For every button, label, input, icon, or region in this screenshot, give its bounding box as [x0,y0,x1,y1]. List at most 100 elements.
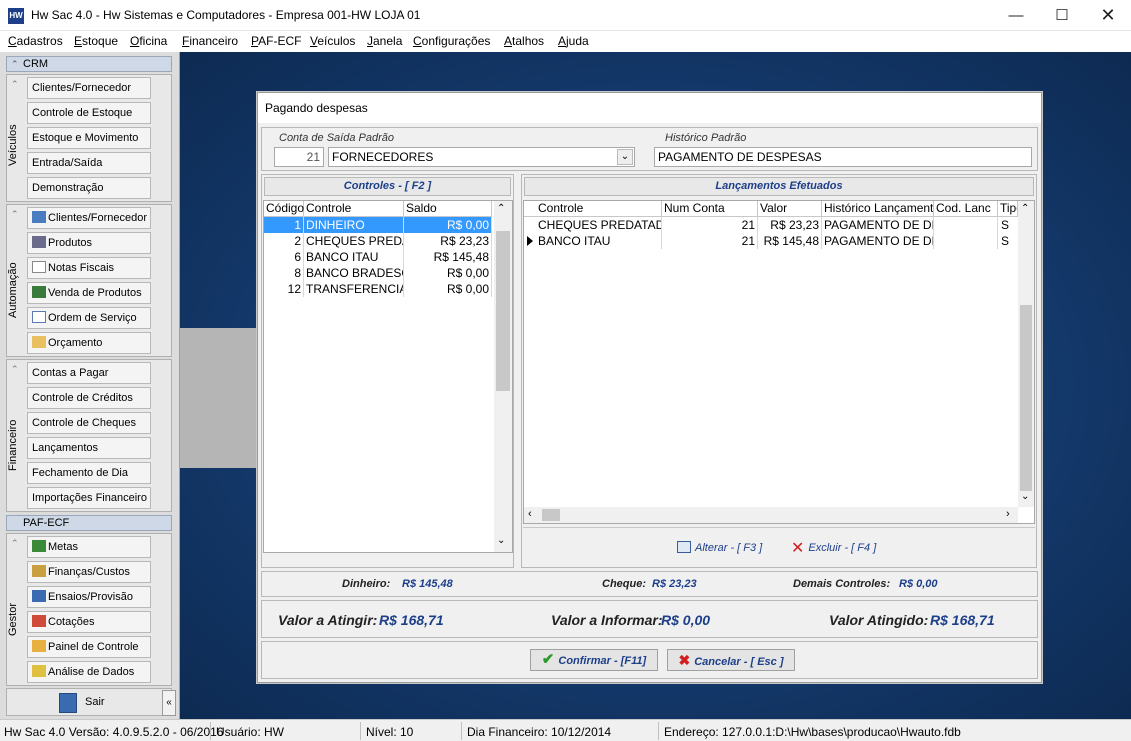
cell-saldo: R$ 0,00 [404,281,492,297]
chevron-down-icon[interactable]: ⌄ [1021,491,1029,502]
crm-header[interactable]: ⌃ CRM [6,56,172,72]
conta-code-field[interactable]: 21 [274,147,324,167]
exit-button[interactable]: Sair [6,688,172,716]
table-row[interactable]: 1 DINHEIRO R$ 0,00 [264,217,492,233]
menu-cadastros[interactable]: Cadastros [8,34,63,48]
col-cod-lanc[interactable]: Cod. Lanc [934,201,998,217]
col-historico[interactable]: Histórico Lançamento [822,201,934,217]
chevron-up-icon[interactable]: ⌃ [1021,203,1029,214]
summary-panel: Valor a Atingir: R$ 168,71 Valor a Infor… [261,600,1038,638]
minimize-button[interactable]: — [993,0,1039,31]
table-row[interactable]: 2 CHEQUES PREDAT R$ 23,23 [264,233,492,249]
quote-icon [32,615,46,627]
menu-estoque[interactable]: Estoque [74,34,118,48]
alterar-button[interactable]: Alterar - [ F3 ] [677,540,762,556]
title-bar: HW Hw Sac 4.0 - Hw Sistemas e Computador… [0,0,1131,31]
sidebar-item-produtos[interactable]: Produtos [27,232,151,254]
sidebar-collapse-button[interactable]: « [162,690,176,716]
sidebar-item-metas[interactable]: Metas [27,536,151,558]
status-separator [360,722,361,740]
lancamentos-hscrollbar[interactable]: ‹ › [524,507,1018,523]
historico-field[interactable]: PAGAMENTO DE DESPESAS [654,147,1032,167]
sidebar-item-orcamento[interactable]: Orçamento [27,332,151,354]
sidebar-item-analise-dados[interactable]: Análise de Dados [27,661,151,683]
menu-veiculos[interactable]: Veículos [310,34,355,48]
controles-scrollbar[interactable]: ⌃ ⌄ [494,201,512,552]
cell-cod-lanc [934,217,998,233]
sidebar-item-importacoes[interactable]: Importações Financeiro [27,487,151,509]
paf-ecf-header[interactable]: PAF-ECF [6,515,172,531]
lancamentos-grid[interactable]: Controle Num Conta Valor Histórico Lança… [523,200,1035,524]
chevron-right-icon[interactable]: › [1006,508,1010,520]
sidebar-item-label: Finanças/Custos [48,566,130,578]
sidebar-item-notas-fiscais[interactable]: Notas Fiscais [27,257,151,279]
cell-saldo: R$ 0,00 [404,217,492,233]
status-dia-financeiro: Dia Financeiro: 10/12/2014 [467,725,612,739]
maximize-button[interactable]: ☐ [1039,0,1085,31]
col-codigo[interactable]: Código [264,201,304,217]
col-controle[interactable]: Controle [536,201,662,217]
demais-label: Demais Controles: [793,578,891,590]
col-tipo[interactable]: Tipo [998,201,1018,217]
cancelar-button[interactable]: ✖ Cancelar - [ Esc ] [667,649,795,671]
chevron-down-icon[interactable]: ⌄ [617,149,633,165]
col-valor[interactable]: Valor [758,201,822,217]
conta-label: Conta de Saída Padrão [279,132,394,144]
sidebar-item-estoque-movimento[interactable]: Estoque e Movimento [27,127,151,149]
col-num-conta[interactable]: Num Conta [662,201,758,217]
dinheiro-value: R$ 145,48 [402,578,453,590]
lancamentos-vscrollbar[interactable]: ⌃ ⌄ [1018,201,1034,507]
fields-panel: Conta de Saída Padrão 21 FORNECEDORES ⌄ … [261,127,1038,171]
menu-paf-ecf[interactable]: PAF-ECF [251,34,301,48]
lancamentos-panel: Lançamentos Efetuados Controle Num Conta… [521,174,1037,568]
sidebar-item-controle-cheques[interactable]: Controle de Cheques [27,412,151,434]
chevron-down-icon[interactable]: ⌄ [497,535,505,546]
confirmar-button[interactable]: ✔ Confirmar - [F11] [530,649,658,671]
sidebar-item-ordem-servico[interactable]: Ordem de Serviço [27,307,151,329]
sidebar-item-lancamentos[interactable]: Lançamentos [27,437,151,459]
menu-janela[interactable]: Janela [367,34,402,48]
sidebar-item-controle-creditos[interactable]: Controle de Créditos [27,387,151,409]
menu-atalhos[interactable]: Atalhos [504,34,544,48]
menu-oficina[interactable]: Oficina [130,34,167,48]
sidebar-item-label: Análise de Dados [48,666,135,678]
sidebar-item-financas-custos[interactable]: Finanças/Custos [27,561,151,583]
table-row[interactable]: 12 TRANSFERENCIAS R$ 0,00 [264,281,492,297]
table-row[interactable]: CHEQUES PREDATADO 21 R$ 23,23 PAGAMENTO … [524,217,1018,233]
sidebar-item-cotacoes[interactable]: Cotações [27,611,151,633]
close-button[interactable]: ✕ [1085,0,1131,31]
sidebar-item-auto-clientes[interactable]: Clientes/Fornecedor [27,207,151,229]
sidebar-item-fechamento-dia[interactable]: Fechamento de Dia [27,462,151,484]
scroll-thumb[interactable] [496,231,510,391]
dialog-title: Pagando despesas [258,93,1041,123]
menu-ajuda[interactable]: Ajuda [558,34,589,48]
table-row[interactable]: BANCO ITAU 21 R$ 145,48 PAGAMENTO DE DES… [524,233,1018,249]
table-row[interactable]: 8 BANCO BRADESCO R$ 0,00 [264,265,492,281]
scroll-thumb[interactable] [542,509,560,521]
sidebar-item-contas-pagar[interactable]: Contas a Pagar [27,362,151,384]
excluir-button[interactable]: ✕ Excluir - [ F4 ] [791,540,876,557]
sale-icon [32,286,46,298]
col-controle[interactable]: Controle [304,201,404,217]
table-row[interactable]: 6 BANCO ITAU R$ 145,48 [264,249,492,265]
sidebar-item-controle-estoque[interactable]: Controle de Estoque [27,102,151,124]
scroll-thumb[interactable] [1020,305,1032,491]
sidebar-item-demonstracao[interactable]: Demonstração [27,177,151,199]
exit-icon [59,693,77,713]
veiculos-label: Veículos [7,124,19,166]
conta-select[interactable]: FORNECEDORES ⌄ [328,147,635,167]
sidebar-item-ensaios-provisao[interactable]: Ensaios/Provisão [27,586,151,608]
chevron-up-icon[interactable]: ⌃ [497,203,505,214]
chevron-left-icon[interactable]: ‹ [528,508,532,520]
menu-configuracoes[interactable]: Configurações [413,34,490,48]
sidebar-item-veiculos-clientes[interactable]: Clientes/Fornecedor [27,77,151,99]
sidebar-item-entrada-saida[interactable]: Entrada/Saída [27,152,151,174]
historico-label: Histórico Padrão [665,132,747,144]
controles-grid[interactable]: Código Controle Saldo 1 DINHEIRO R$ 0,00… [263,200,513,553]
chart-icon [32,540,46,552]
menu-financeiro[interactable]: Financeiro [182,34,238,48]
sidebar-item-painel-controle[interactable]: Painel de Controle [27,636,151,658]
sidebar-item-venda-produtos[interactable]: Venda de Produtos [27,282,151,304]
col-saldo[interactable]: Saldo [404,201,492,217]
cell-tipo: S [1001,234,1010,248]
